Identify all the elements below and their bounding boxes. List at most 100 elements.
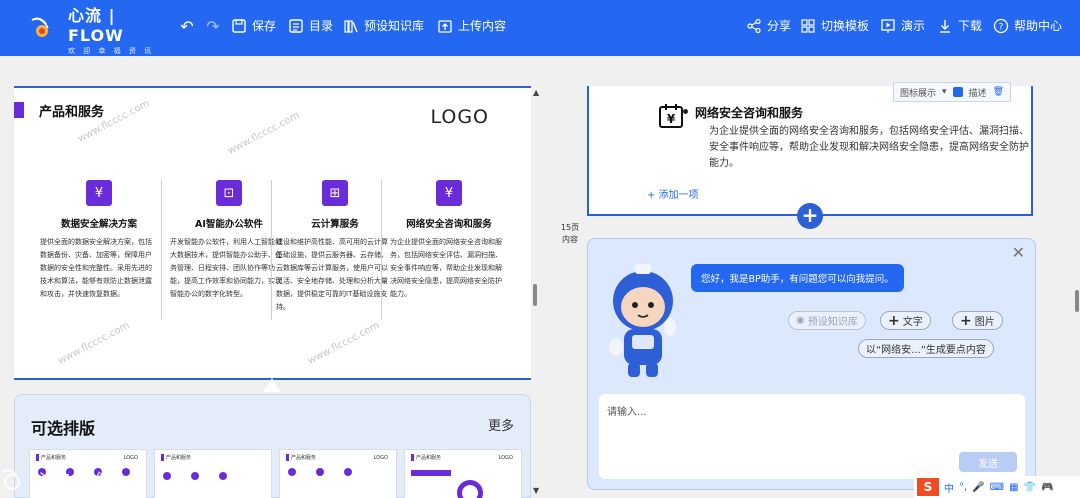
description-label: 描述 — [968, 88, 987, 99]
cart-icon: ⊞ — [322, 180, 348, 206]
service-column: ¥ 数据安全解决方案 提供全面的数据安全解决方案，包括数据备份、灾备、加密等，保… — [40, 180, 158, 301]
microphone-icon[interactable]: 🎤 — [972, 482, 984, 493]
column-text: 为企业提供全面的网络安全咨询和服务，包括网络安全评估、漏洞扫描、安全事件响应等，… — [390, 238, 502, 298]
flow-logo-icon — [1, 469, 20, 490]
sogou-ime-icon[interactable]: S — [917, 478, 939, 496]
assistant-greeting: 您好，我是BP助手，有问题您可以向我提问。 — [691, 264, 904, 292]
display-mode-select[interactable]: 图标展示 — [900, 86, 936, 99]
shirt-icon[interactable]: 👕 — [1024, 482, 1036, 493]
ime-language-toggle[interactable]: 中 — [944, 480, 954, 495]
switch-template-label: 切换模板 — [821, 19, 870, 33]
left-scrollbar-handle[interactable] — [533, 284, 537, 306]
save-button[interactable]: 保存 — [231, 17, 276, 34]
toc-button[interactable]: 目录 — [288, 17, 333, 34]
floating-logo-text: 心流·陪伴 — [34, 471, 112, 492]
logo-title: 心流 | FLOW — [68, 6, 124, 45]
yen-doc-icon: ¥ — [86, 180, 112, 206]
top-bar: 心流 | FLOW 欢 迎 幸 福 资 讯 ↶ ↷ 保存 目录 预设知识库 上传… — [0, 0, 1080, 56]
page-count-line2: 内容 — [562, 235, 578, 244]
save-label: 保存 — [252, 19, 277, 33]
toc-label: 目录 — [309, 19, 334, 33]
generate-points-chip[interactable]: 以“网络安...”生成要点内容 — [858, 339, 994, 358]
upload-icon — [438, 19, 452, 33]
plus-icon: + — [960, 312, 972, 329]
close-icon[interactable]: ✕ — [1012, 243, 1025, 262]
present-icon — [881, 18, 895, 33]
service-column: ⊞ 云计算服务 建设和维护高性能、高可用的云计算基础设施，提供云服务器、云存储、… — [276, 180, 394, 314]
switch-template-button[interactable]: 切换模板 — [800, 17, 869, 34]
help-center-button[interactable]: ? 帮助中心 — [993, 17, 1062, 34]
service-column: ¥ 网络安全咨询和服务 为企业提供全面的网络安全咨询和服务，包括网络安全评估、漏… — [390, 180, 508, 301]
app-logo[interactable]: 心流 | FLOW 欢 迎 幸 福 资 讯 — [30, 6, 160, 55]
chevron-down-icon[interactable]: ▾ — [942, 87, 947, 97]
page-count-line1: 15页 — [560, 223, 580, 232]
help-icon: ? — [993, 18, 1009, 33]
layout-thumbnail[interactable]: 产品和服务 LOGO — [404, 449, 522, 498]
card-heading[interactable]: 网络安全咨询和服务 — [682, 104, 803, 121]
layouts-more-link[interactable]: 更多 — [488, 415, 514, 434]
title-accent-bar — [14, 102, 24, 118]
generate-points-label: 以“网络安...”生成要点内容 — [866, 345, 986, 356]
chat-input[interactable]: 请输入... 发送 — [599, 394, 1025, 479]
chat-input-placeholder: 请输入... — [607, 407, 647, 418]
content-card[interactable]: 图标展示 ▾ 描述 🗑 ¥ 网络安全咨询和服务 为企业提供全面的网络安全咨询和服… — [587, 82, 1033, 216]
add-image-chip[interactable]: + 图片 — [952, 311, 1003, 330]
gamepad-icon[interactable]: 🎮 — [1041, 482, 1053, 493]
template-icon — [801, 18, 815, 33]
keyboard-icon[interactable]: ⌨ — [990, 482, 1004, 493]
column-text: 提供全面的数据安全解决方案，包括数据备份、灾备、加密等，保障用户数据的安全性和完… — [40, 238, 152, 298]
preset-kb-label: 预设知识库 — [364, 19, 425, 33]
scroll-up-icon[interactable]: ▲ — [533, 88, 539, 97]
send-button[interactable]: 发送 — [959, 452, 1017, 472]
download-button[interactable]: 下载 — [937, 17, 982, 34]
thumb-title: 产品和服务 — [36, 454, 66, 461]
thumb-logo: LOGO — [123, 455, 138, 461]
column-divider — [271, 180, 272, 320]
share-icon — [747, 18, 761, 33]
ime-toolbar: S 中 °, 🎤 ⌨ ▦ 👕 🎮 — [914, 476, 1080, 498]
preset-kb-chip-label: 预设知识库 — [807, 317, 858, 328]
svg-text:?: ? — [999, 22, 1004, 32]
watermark: www.flcccc.com — [226, 109, 302, 158]
layout-thumbnail[interactable]: 产品和服务 LOGO — [279, 449, 397, 498]
column-title: 网络安全咨询和服务 — [406, 219, 492, 230]
punctuation-icon[interactable]: °, — [959, 482, 967, 493]
right-scrollbar-handle[interactable] — [1075, 290, 1079, 312]
upload-button[interactable]: 上传内容 — [437, 17, 506, 34]
scroll-down-icon[interactable]: ▼ — [533, 486, 539, 495]
download-label: 下载 — [958, 19, 983, 33]
slide-title: 产品和服务 — [39, 105, 105, 120]
column-title: 云计算服务 — [311, 219, 359, 230]
logo-subtitle: 欢 迎 幸 福 资 讯 — [68, 47, 155, 55]
add-page-button[interactable]: + — [797, 203, 823, 229]
delete-icon[interactable]: 🗑 — [993, 87, 1004, 97]
upload-label: 上传内容 — [458, 19, 507, 33]
slide-preview[interactable]: 产品和服务 LOGO www.flcccc.com www.flcccc.com… — [14, 86, 531, 380]
thumb-title: 产品和服务 — [161, 454, 191, 461]
add-image-label: 图片 — [974, 317, 995, 328]
share-button[interactable]: 分享 — [746, 17, 791, 34]
thumb-logo: LOGO — [498, 455, 513, 461]
card-description[interactable]: 为企业提供全面的网络安全咨询和服务，包括网络安全评估、漏洞扫描、安全事件响应等，… — [709, 124, 1029, 172]
card-toolbar: 图标展示 ▾ 描述 🗑 — [893, 82, 1011, 102]
floating-brand-logo: 心流·陪伴 — [0, 462, 140, 498]
thumb-title: 产品和服务 — [411, 454, 441, 461]
redo-icon[interactable]: ↷ — [204, 18, 222, 36]
layout-thumbnail[interactable]: 产品和服务 — [154, 449, 272, 498]
column-divider — [161, 180, 162, 320]
preset-kb-chip[interactable]: ◉ 预设知识库 — [788, 311, 866, 330]
calendar-yen-icon: ¥ — [659, 104, 683, 128]
add-text-chip[interactable]: + 文字 — [880, 311, 931, 330]
grid-icon[interactable]: ▦ — [1009, 482, 1018, 493]
preset-kb-button[interactable]: 预设知识库 — [343, 17, 424, 34]
watermark: www.flcccc.com — [56, 319, 132, 368]
present-button[interactable]: 演示 — [880, 17, 925, 34]
undo-icon[interactable]: ↶ — [178, 18, 196, 36]
ai-assistant-panel: ✕ 您好，我是BP助手，有问题您可以向我提问。 ◉ 预设知识库 + 文字 + 图… — [587, 238, 1036, 490]
column-title: 数据安全解决方案 — [60, 219, 137, 230]
watermark: www.flcccc.com — [306, 319, 382, 368]
column-text: 建设和维护高性能、高可用的云计算基础设施，提供云服务器、云存储、云数据库等云计算… — [276, 238, 388, 311]
radio-icon: ◉ — [796, 315, 805, 326]
add-item-button[interactable]: + 添加一项 — [647, 186, 699, 201]
description-checkbox[interactable] — [952, 87, 963, 97]
